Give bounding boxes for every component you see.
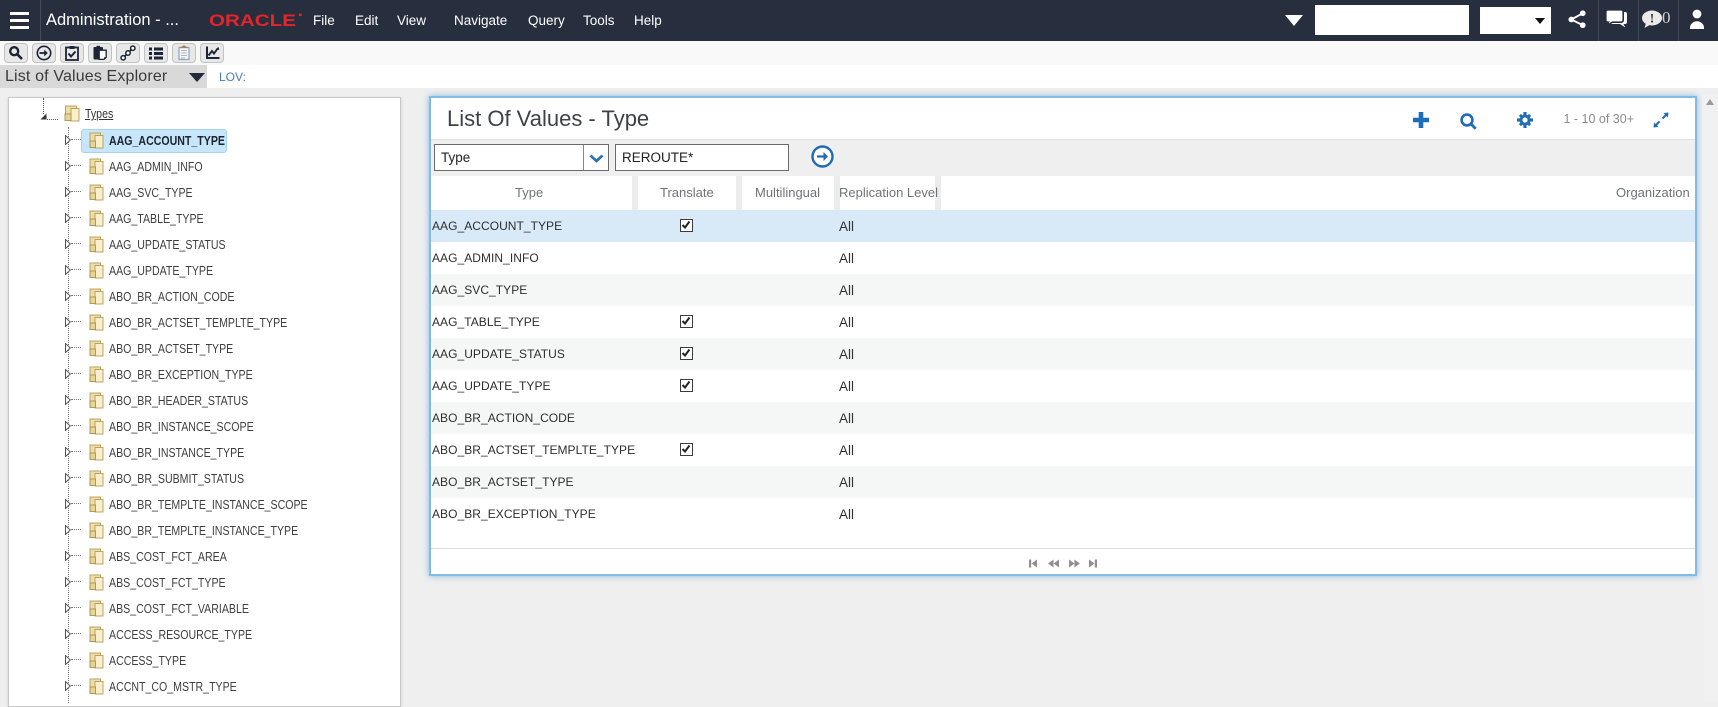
svg-text:!: ! [1650,11,1654,26]
svg-text:ORACLE: ORACLE [209,11,296,30]
